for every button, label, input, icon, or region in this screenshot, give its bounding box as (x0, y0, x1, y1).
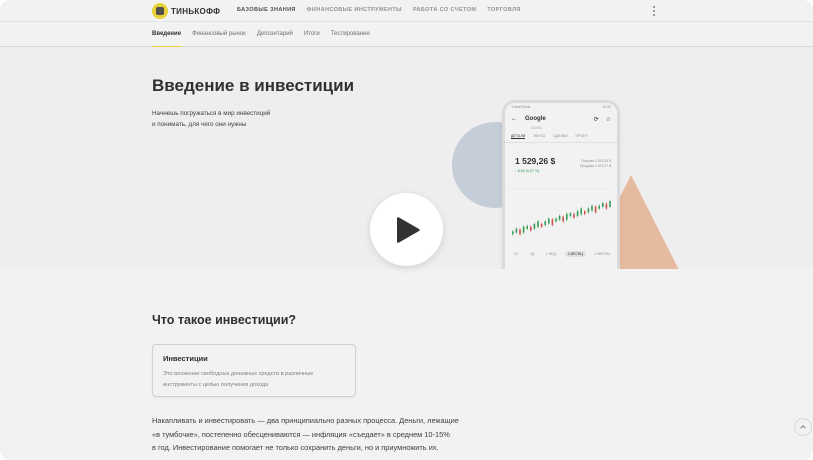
top-navigation: ТИНЬКОФФ БАЗОВЫЕ ЗНАНИЯ ФИНАНСОВЫЕ ИНСТРУ… (0, 0, 813, 22)
refresh-icon: ⟳ (593, 116, 599, 123)
scroll-top-button[interactable] (794, 418, 812, 436)
chart-periods: 1Ч 1Д 1 НЕД 1 МЕСЯЦ 1 МЕСЯЦ (511, 251, 613, 257)
candle-body (551, 219, 554, 226)
top-nav-link[interactable]: ТОРГОВЛЯ (487, 7, 520, 13)
stock-bid-ask: Покупка 1 529,26 $ Продажа 1 529,27 $ (580, 159, 611, 169)
play-icon (397, 216, 420, 243)
candle-body (605, 203, 608, 209)
candle-body (587, 208, 590, 213)
candle-body (548, 218, 550, 224)
candlestick-chart (509, 188, 613, 236)
candle-body (544, 221, 546, 226)
chart-period: 1 МЕСЯЦ (564, 251, 586, 257)
paragraph-line: «в тумбочке», постепенно обесцениваются … (152, 429, 450, 439)
definition-title: Инвестиции (163, 354, 208, 363)
phone-tabs: ДЕТАЛИ ЛЕНТА СДЕЛКИ ПРОГН (505, 131, 617, 143)
lesson-page: ТИНЬКОФФ БАЗОВЫЕ ЗНАНИЯ ФИНАНСОВЫЕ ИНСТРУ… (0, 0, 813, 460)
candle-body (573, 213, 575, 218)
hero-description-line: и понимать, для чего они нужны (152, 121, 247, 128)
phone-tab: СДЕЛКИ (553, 134, 568, 138)
definition-line: Это вложение свободных денежных средств … (163, 371, 314, 377)
brand-name: ТИНЬКОФФ (171, 6, 221, 16)
chart-period: 1 МЕСЯЦ (594, 252, 610, 256)
stock-price: 1 529,26 $ (515, 156, 556, 166)
candle-body (530, 226, 532, 231)
definition-text: Это вложение свободных денежных средств … (163, 369, 353, 390)
candle-body (594, 206, 597, 213)
stock-ticker: GOOG (531, 126, 542, 130)
stock-change: ↑ 8,69 (0,57 %) (515, 169, 540, 173)
phone-header: ← Google ⟳ ☆ (505, 111, 617, 127)
page-title: Введение в инвестиции (152, 76, 355, 95)
candle-body (555, 218, 557, 222)
star-icon: ☆ (605, 116, 611, 123)
top-nav-link[interactable]: БАЗОВЫЕ ЗНАНИЯ (237, 7, 296, 13)
hero-description: Начнешь погружаться в мир инвестиций и п… (152, 108, 312, 130)
candle-body (566, 213, 568, 220)
chart-period: 1Ч (514, 252, 519, 256)
phone-tab: ДЕТАЛИ (511, 134, 526, 139)
candle-body (515, 228, 518, 233)
section-title: Что такое инвестиции? (152, 313, 297, 327)
lesson-subnav: Введение Финансовый рынок Депозитарий Итоги… (0, 22, 813, 48)
sell-price: Продажа 1 529,27 $ (579, 164, 611, 168)
more-vertical-icon[interactable] (652, 6, 656, 16)
definition-line: инструменты с целью получения дохода (163, 381, 269, 388)
lesson-tab[interactable]: Введение (152, 31, 182, 48)
phone-carrier: Tinkoff Bank (511, 105, 531, 109)
candle-body (602, 203, 604, 207)
tinkoff-logo-icon (152, 3, 168, 19)
hero-description-line: Начнешь погружаться в мир инвестиций (152, 110, 271, 117)
lesson-tabs: Введение Финансовый рынок Депозитарий Итоги… (152, 31, 370, 48)
candle-body (584, 211, 586, 215)
phone-time: 12:00 (602, 105, 611, 109)
phone-tab: ЛЕНТА (533, 134, 546, 138)
phone-header-icons: ⟳ ☆ (594, 116, 611, 123)
chevron-up-icon (800, 425, 806, 429)
arrow-left-icon: ← (511, 116, 517, 122)
candle-body (533, 223, 536, 229)
phone-tab: ПРОГН (575, 134, 588, 138)
stock-name: Google (525, 116, 546, 122)
paragraph-line: Накапливать и инвестировать — два принци… (152, 416, 459, 425)
definition-card: Инвестиции Это вложение свободных денежн… (152, 344, 356, 397)
brand-logo[interactable]: ТИНЬКОФФ (152, 3, 220, 19)
candle-body (522, 226, 525, 233)
candle-body (519, 229, 521, 235)
candle-body (512, 231, 514, 235)
candle-body (580, 208, 582, 215)
video-play-button[interactable] (370, 193, 443, 266)
candle-body (540, 223, 543, 227)
candle-body (562, 216, 564, 222)
top-nav-links: БАЗОВЫЕ ЗНАНИЯ ФИНАНСОВЫЕ ИНСТРУМЕНТЫ РАБО… (237, 7, 521, 13)
lesson-tab[interactable]: Итоги (304, 31, 320, 37)
lesson-tab[interactable]: Финансовый рынок (192, 31, 246, 37)
chart-period: 1Д (529, 252, 535, 256)
candle-body (569, 213, 572, 217)
candle-body (576, 211, 579, 217)
top-nav-link[interactable]: ФИНАНСОВЫЕ ИНСТРУМЕНТЫ (307, 7, 402, 13)
candle-body (558, 215, 561, 220)
phone-mockup: Tinkoff Bank 12:00 ← Google ⟳ ☆ GOOG ДЕТ… (505, 103, 617, 269)
body-paragraph: Накапливать и инвестировать — два принци… (152, 414, 492, 455)
candle-body (591, 205, 593, 211)
paragraph-line: в год. Инвестирование помогает не только… (152, 443, 439, 452)
lesson-tab[interactable]: Тестирование (331, 31, 370, 37)
top-nav-link[interactable]: РАБОТА СО СЧЕТОМ (413, 7, 476, 13)
candle-body (598, 205, 600, 209)
candle-body (526, 225, 528, 229)
phone-status-bar: Tinkoff Bank 12:00 (505, 103, 617, 111)
lesson-tab[interactable]: Депозитарий (257, 31, 293, 37)
candle-body (537, 221, 539, 228)
candle-body (609, 201, 611, 207)
chart-period: 1 НЕД (545, 252, 556, 256)
